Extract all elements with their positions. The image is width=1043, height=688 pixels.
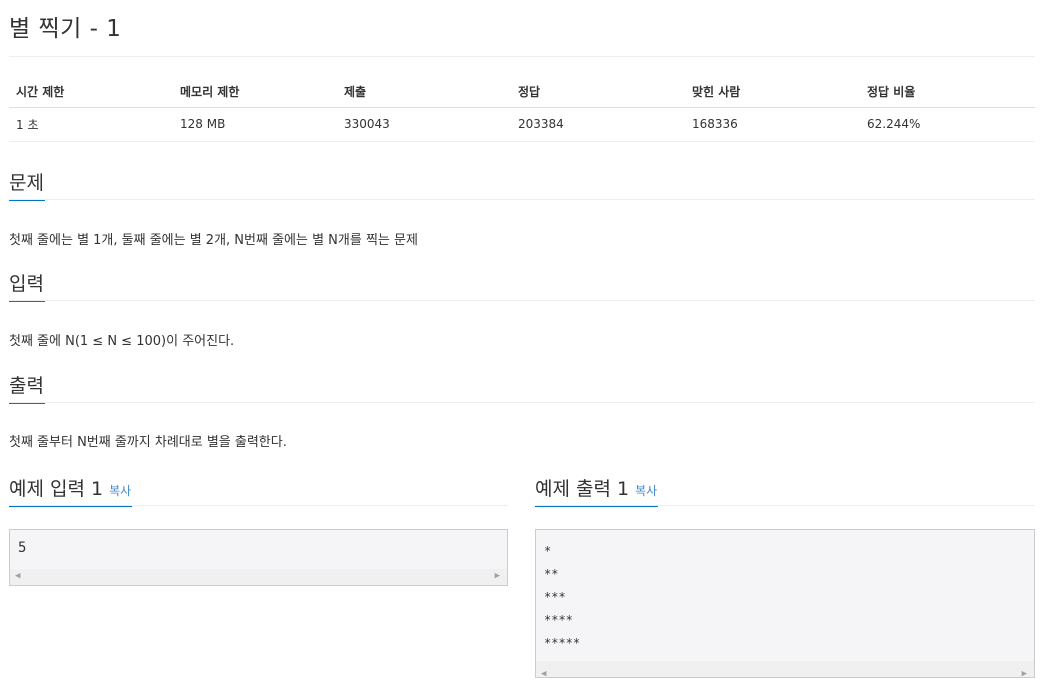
- problem-heading: 문제: [9, 171, 45, 201]
- sample-input-heading: 예제 입력 1: [9, 478, 104, 500]
- sample-output-content: * ** *** **** *****: [544, 544, 581, 650]
- input-description: 첫째 줄에 N(1 ≤ N ≤ 100)이 주어진다.: [9, 334, 235, 349]
- problem-info-table: 시간 제한 메모리 제한 제출 정답 맞힌 사람 정답 비율 1 초 128 M…: [9, 77, 1035, 142]
- header-solvers: 맞힌 사람: [685, 77, 860, 108]
- value-time-limit: 1 초: [9, 107, 173, 142]
- sample-output-scrollbar[interactable]: ◀ ▶: [536, 661, 1034, 679]
- sample-input-header: 예제 입력 1 복사: [9, 476, 508, 507]
- problem-section-header: 문제: [9, 170, 1035, 201]
- scroll-left-arrow-icon[interactable]: ◀: [541, 663, 546, 686]
- input-heading: 입력: [9, 272, 45, 302]
- sample-input-box[interactable]: 5 ◀ ▶: [9, 529, 508, 586]
- header-accepted: 정답: [511, 77, 685, 108]
- header-accept-ratio: 정답 비율: [860, 77, 1035, 108]
- info-header-row: 시간 제한 메모리 제한 제출 정답 맞힌 사람 정답 비율: [9, 77, 1035, 108]
- sample-input-scrollbar[interactable]: ◀ ▶: [10, 569, 507, 585]
- sample-output-heading: 예제 출력 1: [535, 478, 630, 500]
- output-heading: 출력: [9, 374, 45, 404]
- value-accept-ratio: 62.244%: [860, 107, 1035, 142]
- value-submissions: 330043: [337, 107, 511, 142]
- input-section-header: 입력: [9, 271, 1035, 302]
- title-divider: [9, 56, 1035, 57]
- info-value-row: 1 초 128 MB 330043 203384 168336 62.244%: [9, 107, 1035, 142]
- header-submissions: 제출: [337, 77, 511, 108]
- problem-description: 첫째 줄에는 별 1개, 둘째 줄에는 별 2개, N번째 줄에는 별 N개를 …: [9, 233, 418, 248]
- output-description: 첫째 줄부터 N번째 줄까지 차례대로 별을 출력한다.: [9, 435, 287, 450]
- header-time-limit: 시간 제한: [9, 77, 173, 108]
- sample-output-heading-wrap: 예제 출력 1 복사: [535, 477, 659, 507]
- scroll-right-arrow-icon[interactable]: ▶: [1022, 663, 1027, 686]
- sample-input-content: 5: [18, 540, 27, 556]
- page-title: 별 찍기 - 1: [9, 16, 122, 42]
- value-solvers: 168336: [685, 107, 860, 142]
- copy-sample-input-button[interactable]: 복사: [109, 484, 131, 498]
- scroll-right-arrow-icon[interactable]: ▶: [495, 571, 500, 581]
- value-accepted: 203384: [511, 107, 685, 142]
- output-section-header: 출력: [9, 373, 1035, 404]
- copy-sample-output-button[interactable]: 복사: [635, 484, 657, 498]
- scroll-left-arrow-icon[interactable]: ◀: [15, 571, 20, 581]
- sample-output-box[interactable]: * ** *** **** ***** ◀ ▶: [535, 529, 1035, 679]
- header-memory-limit: 메모리 제한: [173, 77, 337, 108]
- sample-input-heading-wrap: 예제 입력 1 복사: [9, 477, 133, 507]
- sample-output-header: 예제 출력 1 복사: [535, 476, 1035, 507]
- value-memory-limit: 128 MB: [173, 107, 337, 142]
